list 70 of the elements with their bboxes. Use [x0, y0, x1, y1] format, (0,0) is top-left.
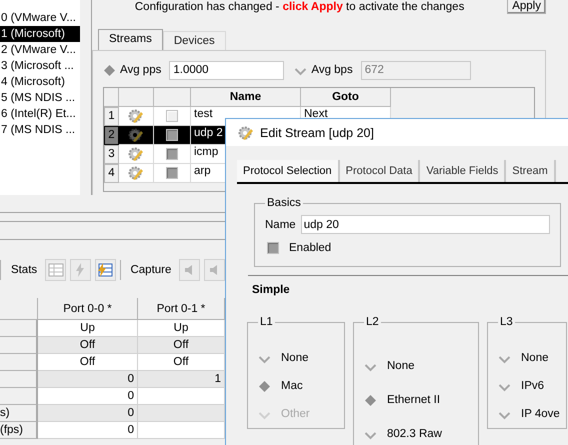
toolbar-button[interactable] — [94, 259, 116, 281]
row-number: 1 — [104, 107, 119, 126]
table-cell: Off — [38, 354, 138, 371]
table-cell: 0 — [38, 371, 138, 388]
radio-button[interactable] — [103, 64, 116, 76]
checkbox[interactable] — [166, 167, 178, 179]
tab[interactable]: Devices — [162, 31, 226, 50]
checkbox[interactable] — [166, 129, 178, 141]
rate-label: Avg pps — [120, 64, 162, 76]
option-label: None — [387, 360, 414, 372]
column-header[interactable]: Port 0-1 * — [138, 298, 225, 320]
column-header[interactable]: Goto — [301, 88, 391, 107]
table-cell: 1 — [138, 371, 225, 388]
rate-field[interactable]: 1.0000 — [169, 60, 284, 80]
gear-pencil-icon — [238, 124, 254, 140]
row-header — [0, 337, 38, 354]
tab[interactable]: Protocol Data — [340, 160, 420, 182]
checkbox-label: Enabled — [289, 242, 332, 254]
toolbar-button[interactable] — [45, 259, 66, 281]
table-cell: 0 — [38, 405, 138, 422]
row-number: 2 — [104, 126, 119, 145]
group-title: Basics — [266, 197, 302, 209]
row-header: (fps) — [0, 422, 38, 439]
notice-text: Configuration has changed - click Apply to activate the changes — [134, 0, 466, 14]
radio-button[interactable] — [258, 380, 271, 392]
rate-label: Avg bps — [311, 64, 353, 76]
row-header — [0, 354, 38, 371]
table-cell: Off — [138, 337, 225, 354]
table-cell: 0 — [38, 388, 138, 405]
row-header — [0, 388, 38, 405]
option-label: IPv6 — [521, 380, 544, 392]
table-cell: Off — [138, 354, 225, 371]
checkbox[interactable] — [166, 110, 178, 122]
table-lightning-icon — [97, 262, 114, 278]
checkbox[interactable] — [267, 242, 279, 254]
row-header — [0, 320, 38, 337]
apply-button[interactable]: Apply — [507, 0, 546, 14]
group-title: L3 — [499, 316, 514, 328]
column-header[interactable]: Port 0-0 * — [38, 298, 138, 320]
table-cell: 0 — [38, 422, 138, 439]
option-label: Mac — [281, 380, 303, 392]
radio-button[interactable] — [364, 394, 377, 406]
rate-field[interactable]: 672 — [360, 60, 471, 80]
option-label: Ethernet II — [387, 394, 440, 406]
table-icon — [48, 262, 64, 278]
name-field[interactable]: udp 20 — [300, 215, 550, 234]
row-header — [0, 371, 38, 388]
option-label: None — [521, 352, 548, 364]
port-item[interactable]: 1 (Microsoft) — [0, 26, 80, 42]
option-label: None — [281, 352, 308, 364]
row-header: s) — [0, 405, 38, 422]
lightning-icon — [75, 263, 86, 277]
row-number: 3 — [104, 145, 119, 164]
tab[interactable]: Protocol Selection — [237, 160, 340, 182]
tab[interactable]: Streams — [98, 29, 163, 50]
checkbox[interactable] — [166, 148, 178, 160]
option-label: 802.3 Raw — [387, 428, 442, 440]
column-header[interactable]: Name — [191, 88, 301, 107]
table-cell: Up — [38, 320, 138, 337]
option-label: IP 4ove — [521, 408, 560, 420]
field-label: Name — [265, 218, 296, 230]
group-title: L2 — [365, 316, 380, 328]
row-number: 4 — [104, 164, 119, 183]
option-label: Other — [281, 408, 310, 420]
table-cell: Up — [138, 320, 225, 337]
group-title: L1 — [259, 316, 274, 328]
toolbar-label: Stats — [10, 264, 38, 276]
toolbar-label: Capture — [130, 264, 172, 276]
table-cell: Off — [38, 337, 138, 354]
section-title: Simple — [252, 284, 290, 296]
